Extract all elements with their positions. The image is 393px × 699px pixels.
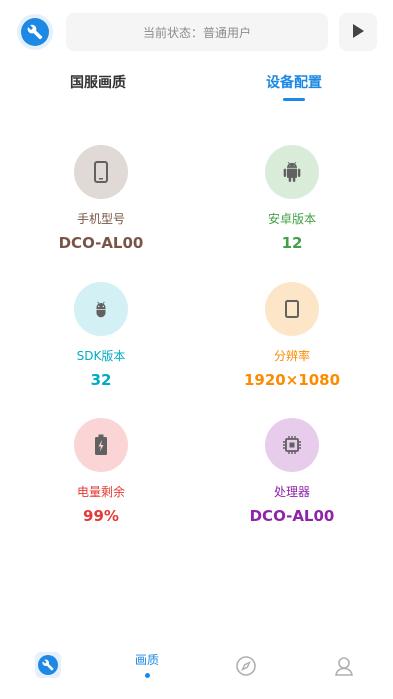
nav-tools[interactable]: [18, 652, 78, 678]
tab-guofu-quality[interactable]: 国服画质: [70, 72, 126, 92]
cpu-icon: [265, 418, 319, 472]
device-model-value: DCO-AL00: [58, 234, 144, 252]
battery-card: 电量剩余 99%: [21, 418, 181, 526]
play-icon: [352, 23, 364, 42]
play-button[interactable]: [339, 13, 377, 51]
android-version-card: 安卓版本 12: [212, 145, 372, 253]
user-icon: [333, 657, 355, 681]
status-text: 当前状态：普通用户: [142, 25, 251, 40]
active-tab-indicator: [283, 98, 305, 101]
tablet-icon: [265, 282, 319, 336]
resolution-value: 1920×1080: [243, 371, 341, 389]
resolution-card: 分辨率 1920×1080: [212, 282, 372, 390]
resolution-label: 分辨率: [273, 349, 310, 363]
processor-card: 处理器 DCO-AL00: [212, 418, 372, 526]
processor-label: 处理器: [273, 485, 310, 499]
compass-icon: [235, 656, 257, 681]
battery-icon: [74, 418, 128, 472]
nav-quality-label: 画质: [134, 653, 159, 667]
android-version-label: 安卓版本: [267, 212, 316, 226]
android-icon: [74, 282, 128, 336]
nav-profile[interactable]: [314, 655, 374, 681]
android-icon: [265, 145, 319, 199]
device-model-card: 手机型号 DCO-AL00: [21, 145, 181, 253]
sdk-version-card: SDK版本 32: [21, 282, 181, 390]
tab-device-config[interactable]: 设备配置: [266, 72, 322, 92]
processor-value: DCO-AL00: [249, 507, 335, 525]
status-display[interactable]: 当前状态：普通用户: [66, 13, 328, 51]
wrench-icon: [21, 18, 49, 46]
battery-value: 99%: [83, 507, 119, 525]
sdk-version-label: SDK版本: [76, 349, 126, 363]
nav-discover[interactable]: [216, 655, 276, 681]
wrench-icon: [35, 652, 61, 678]
device-model-label: 手机型号: [76, 212, 125, 226]
android-version-value: 12: [281, 234, 303, 252]
nav-quality[interactable]: 画质: [117, 652, 177, 678]
sdk-version-value: 32: [90, 371, 112, 389]
phone-icon: [74, 145, 128, 199]
battery-label: 电量剩余: [76, 485, 125, 499]
app-logo-button[interactable]: [17, 14, 53, 50]
nav-active-dot: [144, 673, 150, 678]
